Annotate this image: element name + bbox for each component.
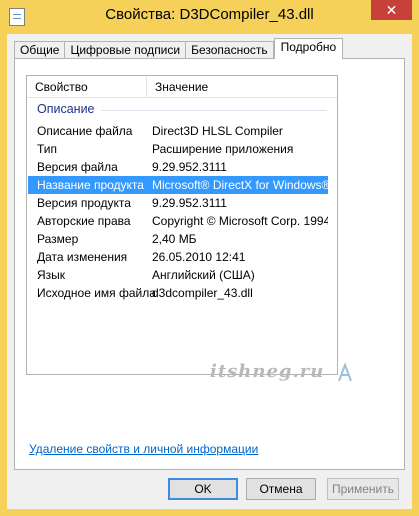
list-item[interactable]: Тип Расширение приложения (28, 140, 328, 158)
title-bar[interactable]: Свойства: D3DCompiler_43.dll ✕ (0, 0, 419, 34)
group-label: Описание (37, 102, 99, 116)
property-value: 9.29.952.3111 (152, 196, 227, 210)
property-name: Тип (37, 142, 58, 156)
pen-icon (338, 362, 352, 382)
list-item-selected[interactable]: Название продукта Microsoft® DirectX for… (28, 176, 328, 194)
list-item[interactable]: Версия продукта 9.29.952.3111 (28, 194, 328, 212)
list-item[interactable]: Размер 2,40 МБ (28, 230, 328, 248)
property-value: Английский (США) (152, 268, 255, 282)
property-value: Direct3D HLSL Compiler (152, 124, 283, 138)
list-item[interactable]: Исходное имя файла d3dcompiler_43.dll (28, 284, 328, 302)
column-value[interactable]: Значение (147, 76, 337, 98)
property-name: Версия продукта (37, 196, 131, 210)
ok-button[interactable]: OK (168, 478, 238, 500)
property-value: d3dcompiler_43.dll (152, 286, 253, 300)
list-item[interactable]: Версия файла 9.29.952.3111 (28, 158, 328, 176)
property-name: Авторские права (37, 214, 131, 228)
list-item[interactable]: Язык Английский (США) (28, 266, 328, 284)
list-item[interactable]: Описание файла Direct3D HLSL Compiler (28, 122, 328, 140)
close-button[interactable]: ✕ (371, 0, 412, 20)
cancel-button[interactable]: Отмена (246, 478, 316, 500)
property-name: Описание файла (37, 124, 133, 138)
tab-details[interactable]: Подробно (273, 38, 344, 59)
details-list[interactable]: Свойство Значение Описание Описание файл… (26, 75, 338, 375)
property-value: Microsoft® DirectX for Windows® (152, 178, 328, 192)
tab-digital-signatures[interactable]: Цифровые подписи (64, 41, 187, 59)
column-property[interactable]: Свойство (27, 76, 147, 98)
list-item[interactable]: Дата изменения 26.05.2010 12:41 (28, 248, 328, 266)
remove-properties-link[interactable]: Удаление свойств и личной информации (29, 442, 258, 456)
tab-general[interactable]: Общие (14, 41, 66, 59)
property-name: Название продукта (37, 178, 144, 192)
property-value: 26.05.2010 12:41 (152, 250, 246, 264)
watermark-text: itshneg.ru (210, 361, 325, 382)
list-item[interactable]: Авторские права Copyright © Microsoft Co… (28, 212, 328, 230)
group-divider (101, 110, 327, 111)
window-title: Свойства: D3DCompiler_43.dll (105, 6, 314, 23)
list-header: Свойство Значение (27, 76, 337, 98)
group-description: Описание (37, 102, 327, 118)
property-name: Исходное имя файла (37, 286, 156, 300)
apply-button[interactable]: Применить (327, 478, 399, 500)
property-value: Расширение приложения (152, 142, 294, 156)
property-value: 9.29.952.3111 (152, 160, 227, 174)
property-name: Версия файла (37, 160, 118, 174)
property-name: Дата изменения (37, 250, 128, 264)
tab-security[interactable]: Безопасность (185, 41, 274, 59)
properties-dialog: Общие Цифровые подписи Безопасность Подр… (7, 34, 412, 509)
details-panel: Свойство Значение Описание Описание файл… (14, 58, 405, 470)
property-value: 2,40 МБ (152, 232, 197, 246)
property-value: Copyright © Microsoft Corp. 1994-... (152, 214, 328, 228)
tab-strip: Общие Цифровые подписи Безопасность Подр… (14, 38, 344, 59)
property-name: Язык (37, 268, 66, 282)
property-name: Размер (37, 232, 79, 246)
